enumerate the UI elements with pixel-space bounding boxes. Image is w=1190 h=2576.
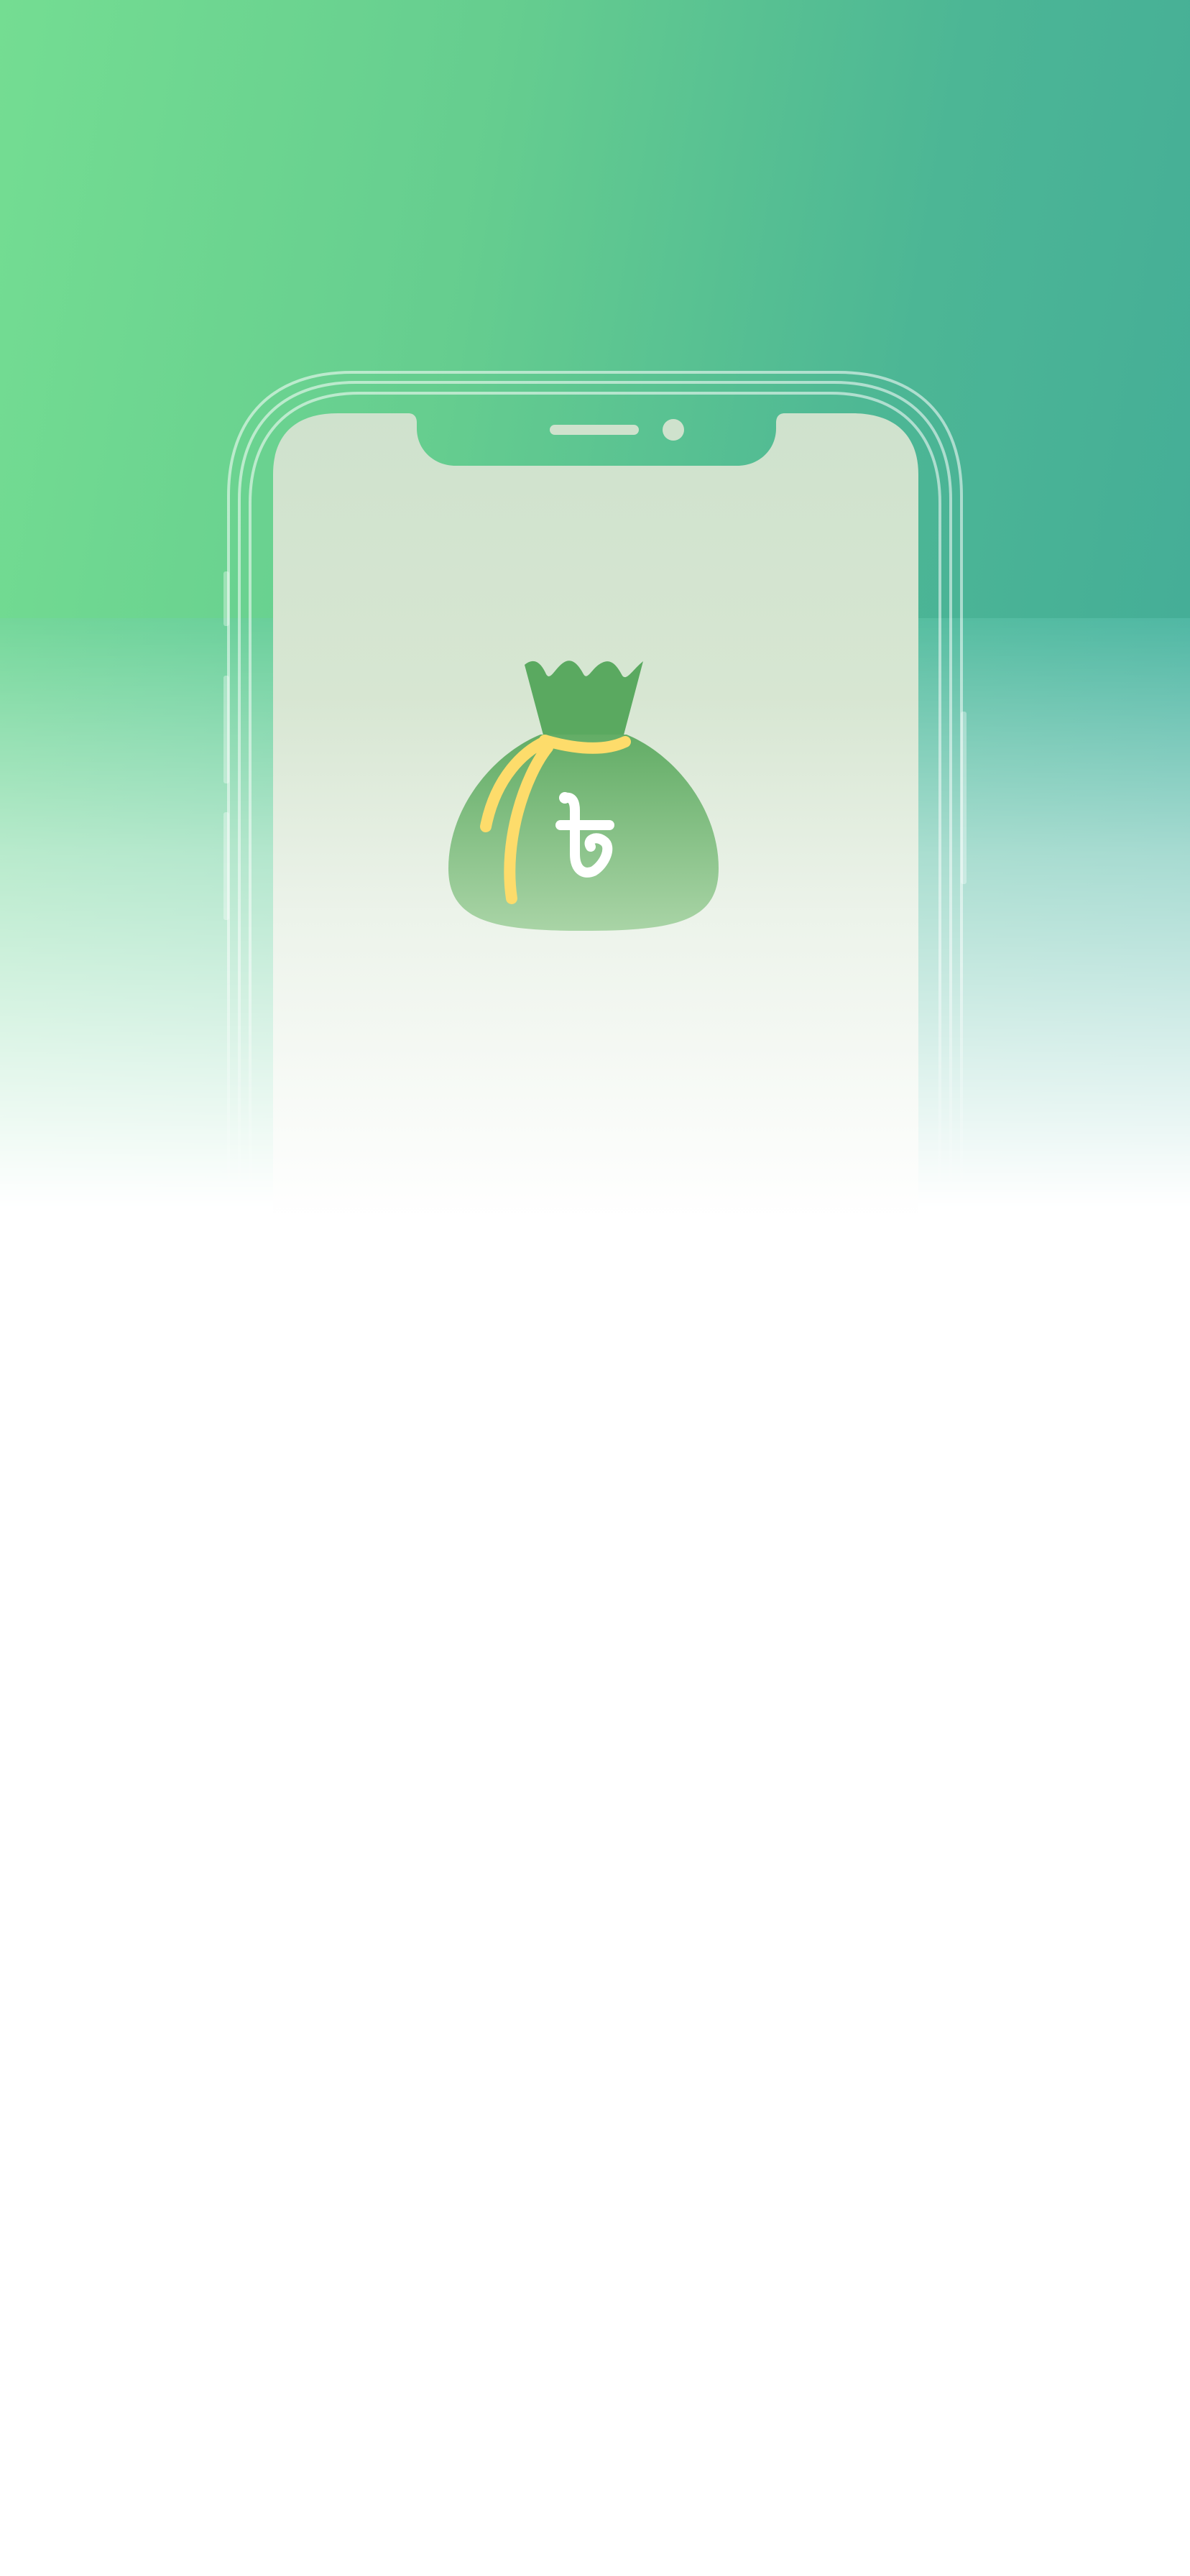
splash-screen [0, 0, 1190, 2576]
speaker-grille [550, 425, 639, 435]
phone-illustration [223, 371, 967, 1222]
phone-fade-out [0, 1193, 1190, 1222]
front-camera [663, 419, 684, 441]
